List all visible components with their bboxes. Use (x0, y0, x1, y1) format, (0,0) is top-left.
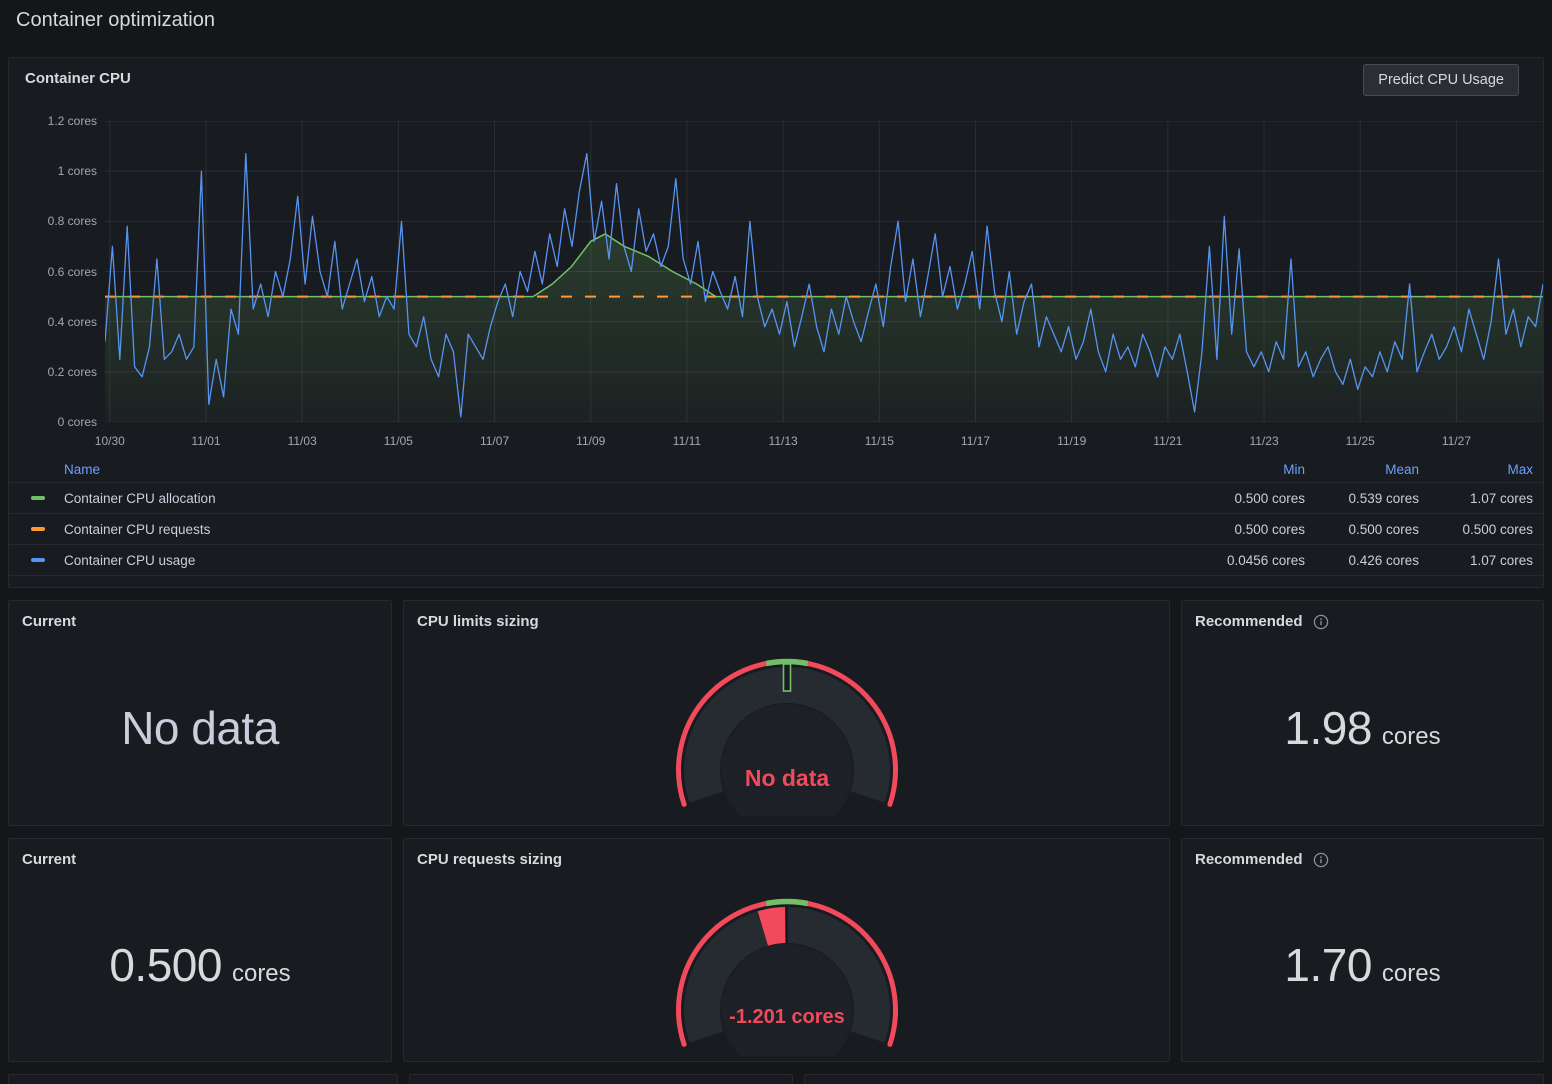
x-tick-label: 11/11 (673, 434, 701, 448)
x-tick-label: 10/30 (95, 434, 125, 448)
panel-recommended-request: Recommended 1.70 cores (1181, 838, 1544, 1062)
y-tick-label: 0.2 cores (9, 364, 97, 380)
y-tick-label: 0 cores (9, 414, 97, 430)
panel-current-limit: Current No data (8, 600, 392, 826)
legend-header-name[interactable]: Name (64, 462, 1191, 477)
x-tick-label: 11/05 (384, 434, 413, 448)
legend-header-mean[interactable]: Mean (1305, 462, 1419, 477)
x-tick-label: 11/25 (1346, 434, 1375, 448)
x-tick-label: 11/15 (865, 434, 894, 448)
current-request-unit: cores (232, 960, 291, 988)
requests-min: 0.500 cores (1191, 522, 1305, 537)
x-tick-label: 11/21 (1153, 434, 1182, 448)
grafana-dashboard: Container optimization Container CPU Pre… (0, 0, 1552, 1084)
page-title: Container optimization (16, 9, 215, 32)
panel-recommended-limit: Recommended 1.98 cores (1181, 600, 1544, 826)
x-tick-label: 11/27 (1442, 434, 1471, 448)
usage-min: 0.0456 cores (1191, 553, 1305, 568)
panel-cpu-limits-sizing: CPU limits sizing No data (403, 600, 1170, 826)
legend-row-usage: Container CPU usage 0.0456 cores 0.426 c… (9, 545, 1543, 576)
y-tick-label: 1 cores (9, 163, 97, 179)
series-label-usage[interactable]: Container CPU usage (64, 553, 1191, 568)
partial-panel-3 (804, 1074, 1544, 1084)
usage-mean: 0.426 cores (1305, 553, 1419, 568)
cpu-requests-gauge: -1.201 cores (667, 898, 907, 1056)
recommended-request-value: 1.70 cores (1284, 938, 1440, 992)
y-tick-label: 0.6 cores (9, 264, 97, 280)
x-tick-label: 11/09 (576, 434, 605, 448)
panel-title-current-limit: Current (22, 613, 76, 630)
series-swatch-usage (31, 558, 45, 562)
requests-mean: 0.500 cores (1305, 522, 1419, 537)
predict-cpu-usage-button[interactable]: Predict CPU Usage (1363, 64, 1519, 96)
allocation-max: 1.07 cores (1419, 491, 1533, 506)
gauge-value-text: No data (745, 765, 830, 791)
panel-container-cpu: Container CPU Predict CPU Usage 1.2 core… (8, 57, 1544, 588)
recommended-request-unit: cores (1382, 960, 1441, 988)
info-icon[interactable] (1313, 614, 1329, 630)
x-tick-label: 11/03 (288, 434, 317, 448)
chart-legend: Name Min Mean Max Container CPU allocati… (9, 457, 1543, 576)
current-request-number: 0.500 (109, 938, 222, 992)
cpu-time-series-chart[interactable] (105, 121, 1543, 422)
recommended-limit-number: 1.98 (1284, 701, 1372, 755)
recommended-limit-unit: cores (1382, 723, 1441, 751)
current-limit-value: No data (121, 701, 279, 755)
series-label-requests[interactable]: Container CPU requests (64, 522, 1191, 537)
panel-title-recommended-request: Recommended (1195, 851, 1303, 868)
series-swatch-allocation (31, 496, 45, 500)
recommended-limit-value: 1.98 cores (1284, 701, 1440, 755)
series-label-allocation[interactable]: Container CPU allocation (64, 491, 1191, 506)
requests-max: 0.500 cores (1419, 522, 1533, 537)
panel-title-current-request: Current (22, 851, 76, 868)
panel-cpu-requests-sizing: CPU requests sizing -1.201 cores (403, 838, 1170, 1062)
info-icon[interactable] (1313, 852, 1329, 868)
legend-row-requests: Container CPU requests 0.500 cores 0.500… (9, 514, 1543, 545)
y-axis-labels: 1.2 cores 1 cores 0.8 cores 0.6 cores 0.4 co… (9, 58, 97, 438)
legend-header-max[interactable]: Max (1419, 462, 1533, 477)
gauge-value-text: -1.201 cores (729, 1006, 845, 1028)
x-tick-label: 11/17 (961, 434, 990, 448)
y-tick-label: 1.2 cores (9, 113, 97, 129)
panel-title-cpu-requests-sizing: CPU requests sizing (417, 851, 562, 868)
legend-header-min[interactable]: Min (1191, 462, 1305, 477)
y-tick-label: 0.8 cores (9, 213, 97, 229)
current-request-value: 0.500 cores (109, 938, 290, 992)
x-tick-label: 11/01 (191, 434, 220, 448)
legend-header-row: Name Min Mean Max (9, 457, 1543, 483)
partial-panel-2 (409, 1074, 793, 1084)
y-tick-label: 0.4 cores (9, 314, 97, 330)
allocation-mean: 0.539 cores (1305, 491, 1419, 506)
partial-panel-1 (8, 1074, 398, 1084)
x-tick-label: 11/07 (480, 434, 509, 448)
panel-title-recommended-limit: Recommended (1195, 613, 1303, 630)
x-tick-label: 11/23 (1249, 434, 1278, 448)
x-axis-labels: 10/30 11/01 11/03 11/05 11/07 11/09 11/11 11/13… (9, 434, 1543, 452)
current-limit-number: No data (121, 701, 279, 755)
panel-current-request: Current 0.500 cores (8, 838, 392, 1062)
panel-title-cpu-limits-sizing: CPU limits sizing (417, 613, 539, 630)
cpu-limits-gauge: No data (667, 658, 907, 816)
allocation-min: 0.500 cores (1191, 491, 1305, 506)
legend-swatch-spacer (31, 468, 45, 472)
x-tick-label: 11/13 (769, 434, 798, 448)
x-tick-label: 11/19 (1057, 434, 1086, 448)
legend-row-allocation: Container CPU allocation 0.500 cores 0.5… (9, 483, 1543, 514)
recommended-request-number: 1.70 (1284, 938, 1372, 992)
usage-max: 1.07 cores (1419, 553, 1533, 568)
series-swatch-requests (31, 527, 45, 531)
